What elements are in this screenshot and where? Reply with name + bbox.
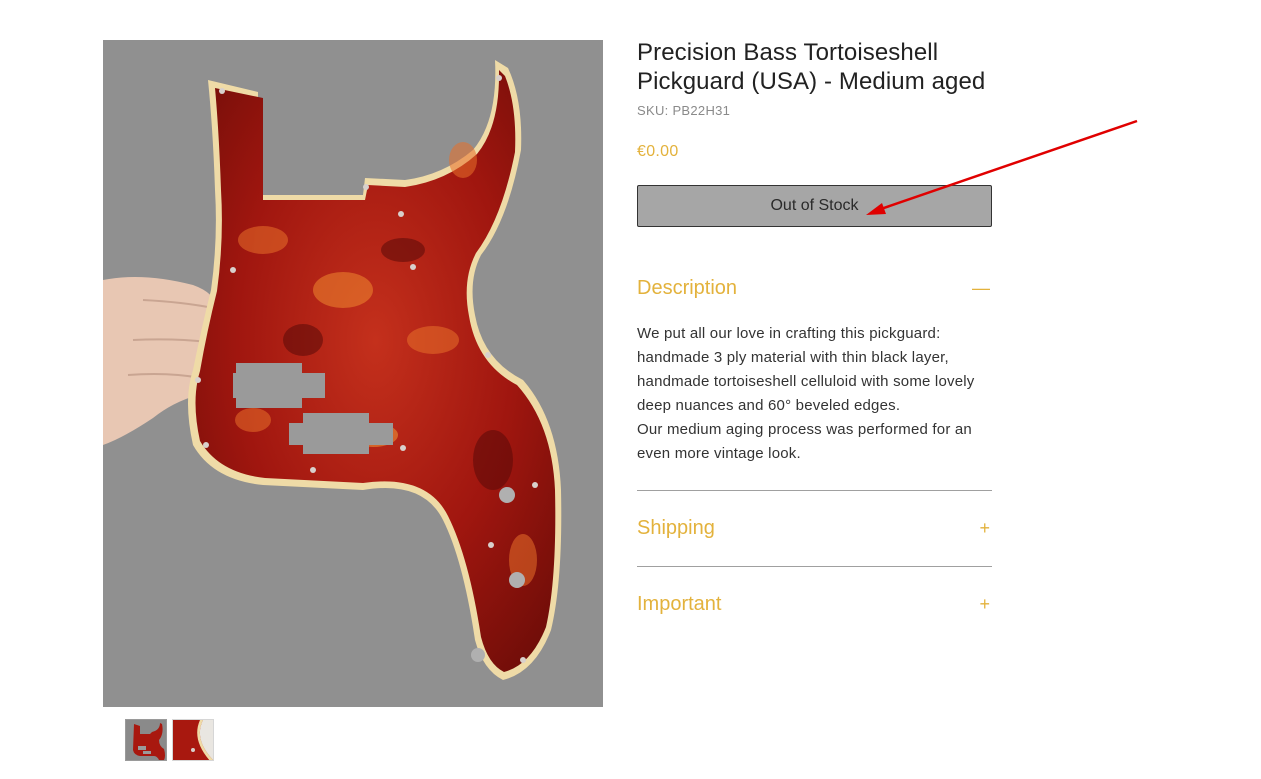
thumbnail-1[interactable]: [125, 719, 167, 761]
section-divider: [637, 566, 992, 567]
expand-plus-icon[interactable]: +: [979, 594, 990, 615]
product-title: Precision Bass Tortoiseshell Pickguard (…: [637, 38, 992, 96]
description-line: Our medium aging process was performed f…: [637, 421, 972, 438]
description-line: even more vintage look.: [637, 445, 801, 462]
important-section-header[interactable]: Important +: [637, 593, 992, 616]
product-title-line-2: Pickguard (USA) - Medium aged: [637, 68, 986, 95]
description-label: Description: [637, 277, 738, 299]
section-divider: [637, 490, 992, 491]
thumbnail-1-image: [126, 720, 166, 760]
shipping-section-header[interactable]: Shipping +: [637, 517, 992, 540]
product-sku: SKU: PB22H31: [637, 103, 731, 118]
product-main-image[interactable]: [103, 40, 603, 707]
product-title-line-1: Precision Bass Tortoiseshell: [637, 39, 939, 66]
thumbnail-2-image: [173, 720, 213, 760]
important-label: Important: [637, 593, 722, 615]
product-price: €0.00: [637, 143, 679, 160]
out-of-stock-button[interactable]: Out of Stock: [637, 185, 992, 227]
description-line: We put all our love in crafting this pic…: [637, 325, 941, 342]
collapse-minus-icon[interactable]: —: [972, 278, 990, 299]
expand-plus-icon[interactable]: +: [979, 518, 990, 539]
thumbnail-strip: [125, 719, 214, 761]
description-line: handmade tortoiseshell celluloid with so…: [637, 373, 975, 390]
description-section-header[interactable]: Description —: [637, 277, 992, 300]
description-line: deep nuances and 60° beveled edges.: [637, 397, 901, 414]
description-body: We put all our love in crafting this pic…: [637, 322, 992, 466]
thumbnail-2[interactable]: [172, 719, 214, 761]
pickguard-photo: [103, 40, 603, 707]
shipping-label: Shipping: [637, 517, 715, 539]
description-line: handmade 3 ply material with thin black …: [637, 349, 949, 366]
product-info: Precision Bass Tortoiseshell Pickguard (…: [637, 38, 992, 616]
